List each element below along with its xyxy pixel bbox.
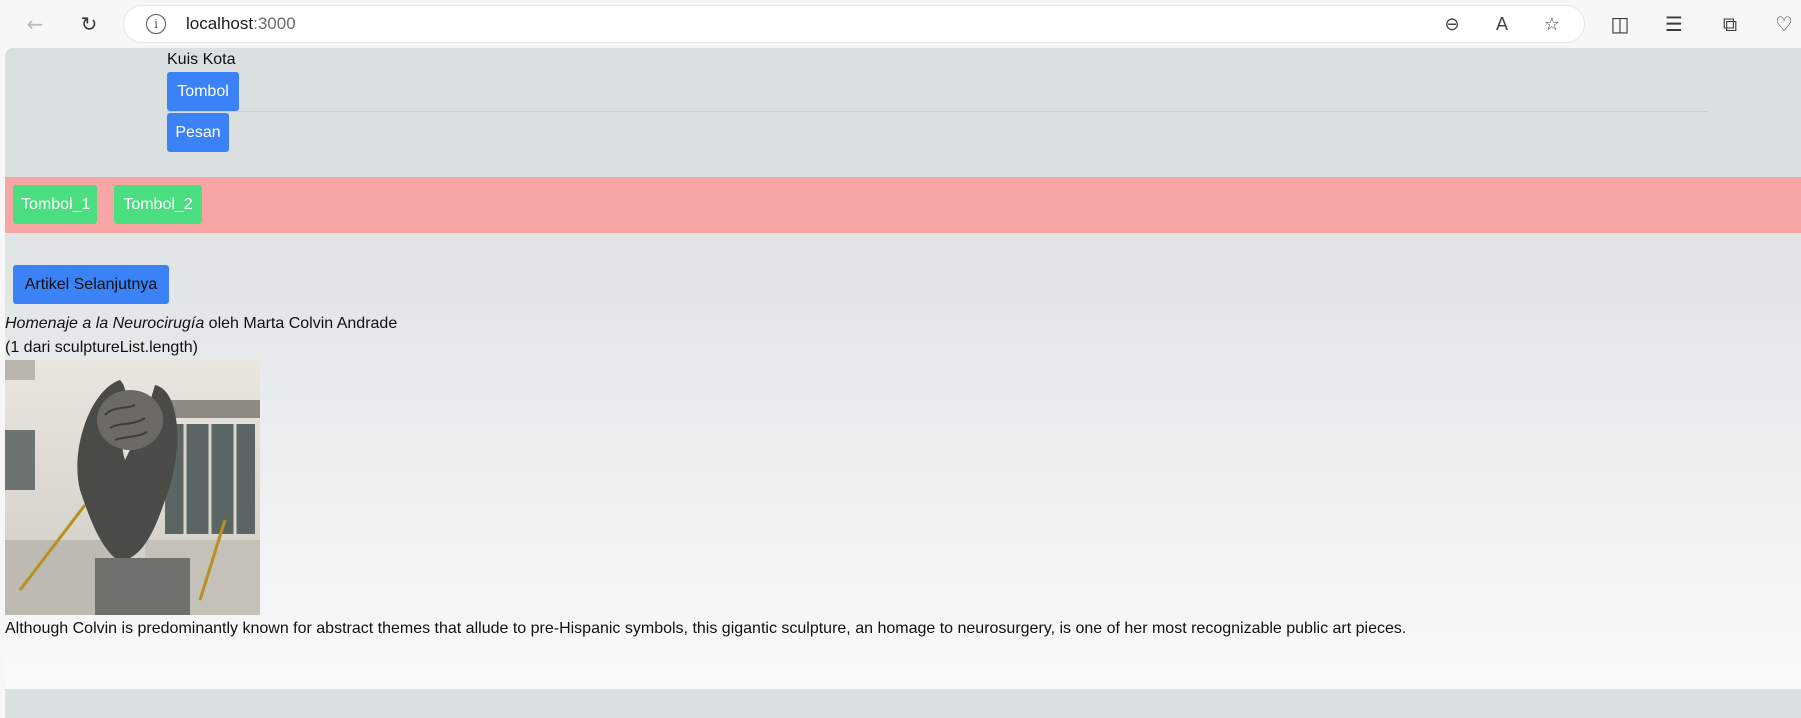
address-bar[interactable]: i localhost:3000 ⊖ A ☆ [124,6,1584,42]
browser-essentials-icon[interactable]: ♡ [1770,10,1798,38]
next-article-button[interactable]: Artikel Selanjutnya [13,265,169,304]
divider [167,111,1707,112]
split-screen-icon[interactable]: ◫ [1606,10,1634,38]
pesan-button[interactable]: Pesan [167,113,229,152]
sculpture-image [5,360,260,615]
tombol-button[interactable]: Tombol [167,72,239,111]
favorite-star-icon[interactable]: ☆ [1540,12,1564,36]
browser-toolbar: ← ↻ i localhost:3000 ⊖ A ☆ ◫ ☰ ⧉ ♡ [0,0,1801,47]
zoom-icon[interactable]: ⊖ [1440,12,1464,36]
toolbar-band: Tombol_1 Tombol_2 [5,177,1801,233]
url-port: :3000 [253,14,296,33]
sculpture-name: Homenaje a la Neurocirugía [5,315,205,332]
favorites-icon[interactable]: ☰ [1660,10,1688,38]
back-icon[interactable]: ← [21,10,49,38]
sculpture-title: Homenaje a la Neurocirugía oleh Marta Co… [5,313,397,335]
tombol-1-button[interactable]: Tombol_1 [13,185,97,224]
collections-icon[interactable]: ⧉ [1716,10,1744,38]
url-text[interactable]: localhost:3000 [186,14,296,34]
quiz-section: Kuis Kota [167,50,235,70]
sculpture-description: Although Colvin is predominantly known f… [5,620,1407,637]
reload-icon[interactable]: ↻ [75,10,103,38]
quiz-title: Kuis Kota [167,51,236,68]
sculpture-count: (1 dari sculptureList.length) [5,339,198,356]
page-viewport: Kuis Kota Tombol Pesan Tombol_1 Tombol_2… [5,48,1801,718]
read-aloud-icon[interactable]: A [1490,12,1514,36]
sculpture-artist: oleh Marta Colvin Andrade [204,315,398,332]
site-info-icon[interactable]: i [146,14,166,34]
url-host: localhost [186,14,254,33]
tombol-2-button[interactable]: Tombol_2 [114,185,202,224]
